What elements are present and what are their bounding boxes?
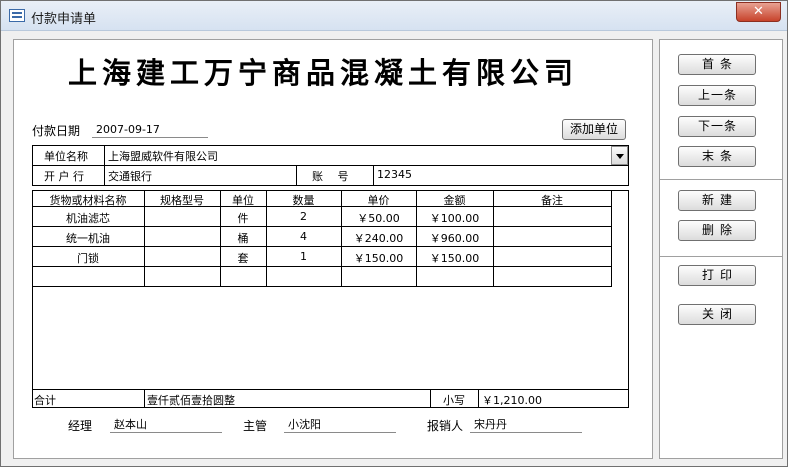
last-record-button[interactable]: 末条 (678, 146, 756, 167)
close-window-button[interactable]: ✕ (736, 2, 781, 22)
applicant-label: 报销人 (427, 419, 464, 433)
item-unit-cell[interactable]: 桶 (220, 230, 266, 246)
column-header-price: 单价 (367, 194, 390, 207)
manager-field[interactable]: 赵本山 (110, 417, 222, 433)
divider (296, 165, 297, 186)
column-header-spec: 规格型号 (160, 194, 204, 207)
company-title: 上海建工万宁商品混凝土有限公司 (67, 56, 578, 90)
payment-date-label: 付款日期 (32, 124, 81, 138)
item-amount-cell: ￥960.00 (429, 232, 480, 245)
item-unit-cell[interactable]: 件 (220, 210, 266, 226)
close-form-button[interactable]: 关闭 (678, 304, 756, 325)
supervisor-label: 主管 (243, 419, 268, 433)
item-unit-cell[interactable]: 套 (220, 250, 266, 266)
separator (660, 179, 782, 180)
divider (32, 226, 612, 227)
column-header-qty: 数量 (292, 194, 315, 207)
small-total-value: ￥1,210.00 (482, 394, 542, 407)
bank-field[interactable]: 交通银行 (108, 168, 152, 184)
total-in-words: 壹仟贰佰壹拾圆整 (147, 394, 235, 407)
delete-record-button[interactable]: 删除 (678, 220, 756, 241)
next-record-button[interactable]: 下一条 (678, 116, 756, 137)
chevron-down-icon[interactable] (611, 146, 628, 165)
divider (104, 145, 105, 186)
column-header-name: 货物或材料名称 (49, 194, 127, 207)
form-icon (9, 9, 25, 22)
divider (32, 165, 629, 166)
unit-name-combobox[interactable]: 上海盟威软件有限公司 (108, 148, 218, 164)
previous-record-button[interactable]: 上一条 (678, 85, 756, 106)
supervisor-field[interactable]: 小沈阳 (284, 417, 396, 433)
separator (660, 256, 782, 257)
divider (144, 389, 145, 408)
divider (32, 266, 612, 267)
small-total-label: 小写 (443, 394, 465, 407)
title-bar: 付款申请单 ✕ (1, 1, 787, 31)
unit-name-label: 单位名称 (44, 150, 88, 163)
divider (32, 286, 612, 287)
divider (478, 389, 479, 408)
print-button[interactable]: 打印 (678, 265, 756, 286)
divider (32, 246, 612, 247)
applicant-field[interactable]: 宋丹丹 (470, 417, 582, 433)
manager-label: 经理 (68, 419, 93, 433)
item-amount-cell: ￥100.00 (429, 212, 480, 225)
column-header-amount: 金额 (443, 194, 466, 207)
item-qty-cell[interactable]: 2 (266, 210, 341, 223)
divider (373, 165, 374, 186)
item-qty-cell[interactable]: 4 (266, 230, 341, 243)
new-record-button[interactable]: 新建 (678, 190, 756, 211)
add-unit-button[interactable]: 添加单位 (562, 119, 626, 140)
column-header-unit: 单位 (232, 194, 254, 207)
first-record-button[interactable]: 首条 (678, 54, 756, 75)
column-header-note: 备注 (541, 194, 563, 207)
divider (611, 190, 612, 287)
item-name-cell[interactable]: 统一机油 (32, 230, 144, 246)
payment-date-field[interactable]: 2007-09-17 (92, 122, 208, 138)
divider (32, 389, 629, 390)
item-amount-cell: ￥150.00 (429, 252, 480, 265)
window-title: 付款申请单 (31, 12, 97, 27)
account-field[interactable]: 12345 (377, 168, 412, 181)
item-price-cell[interactable]: ￥50.00 (341, 210, 416, 226)
item-price-cell[interactable]: ￥240.00 (341, 230, 416, 246)
item-price-cell[interactable]: ￥150.00 (341, 250, 416, 266)
divider (430, 389, 431, 408)
bank-label: 开 户 行 (44, 170, 84, 183)
item-qty-cell[interactable]: 1 (266, 250, 341, 263)
item-name-cell[interactable]: 机油滤芯 (32, 210, 144, 226)
account-label: 账 号 (312, 170, 349, 183)
total-label: 合计 (34, 394, 56, 407)
item-name-cell[interactable]: 门锁 (32, 250, 144, 266)
